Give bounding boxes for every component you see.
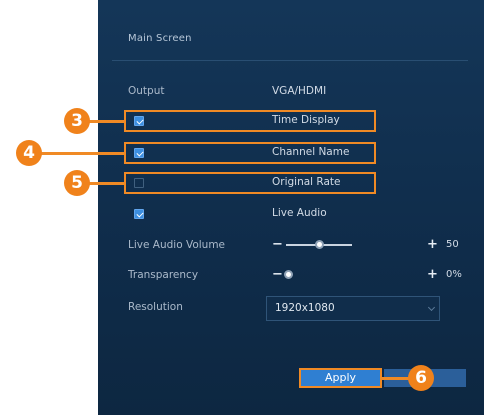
channel-name-checkbox[interactable]: [134, 148, 144, 158]
callout-badge-3: 3: [64, 108, 90, 134]
original-rate-checkbox[interactable]: [134, 178, 144, 188]
transparency-slider-handle[interactable]: [283, 270, 293, 279]
original-rate-label: Original Rate: [272, 176, 341, 188]
transparency-increase-button[interactable]: +: [427, 268, 438, 281]
callout-badge-4: 4: [16, 140, 42, 166]
resolution-select-value: 1920x1080: [275, 302, 335, 314]
output-value: VGA/HDMI: [272, 85, 327, 97]
volume-value: 50: [446, 239, 459, 250]
callout-badge-5: 5: [64, 170, 90, 196]
callout-line-3: [88, 120, 124, 123]
live-audio-label: Live Audio: [272, 207, 327, 219]
divider: [112, 60, 468, 61]
resolution-label: Resolution: [128, 301, 183, 313]
live-audio-volume-label: Live Audio Volume: [128, 239, 226, 251]
time-display-label: Time Display: [272, 114, 340, 126]
volume-increase-button[interactable]: +: [427, 238, 438, 251]
callout-line-6: [382, 377, 410, 380]
channel-name-label: Channel Name: [272, 146, 350, 158]
callout-badge-6: 6: [408, 365, 434, 391]
transparency-value: 0%: [446, 269, 462, 280]
resolution-select[interactable]: 1920x1080: [266, 296, 440, 321]
apply-button[interactable]: Apply: [299, 368, 382, 388]
transparency-decrease-button[interactable]: −: [272, 268, 283, 281]
callout-line-4: [40, 152, 124, 155]
volume-slider-handle[interactable]: [314, 240, 324, 249]
transparency-label: Transparency: [128, 269, 199, 281]
panel-title: Main Screen: [128, 33, 192, 44]
volume-decrease-button[interactable]: −: [272, 238, 283, 251]
stage: Main Screen Output VGA/HDMI Time Display…: [0, 0, 484, 415]
live-audio-checkbox[interactable]: [134, 209, 144, 219]
chevron-down-icon: [427, 303, 436, 312]
callout-line-5: [88, 182, 124, 185]
output-label: Output: [128, 85, 165, 97]
transparency-slider-track[interactable]: [288, 274, 354, 276]
time-display-checkbox[interactable]: [134, 116, 144, 126]
